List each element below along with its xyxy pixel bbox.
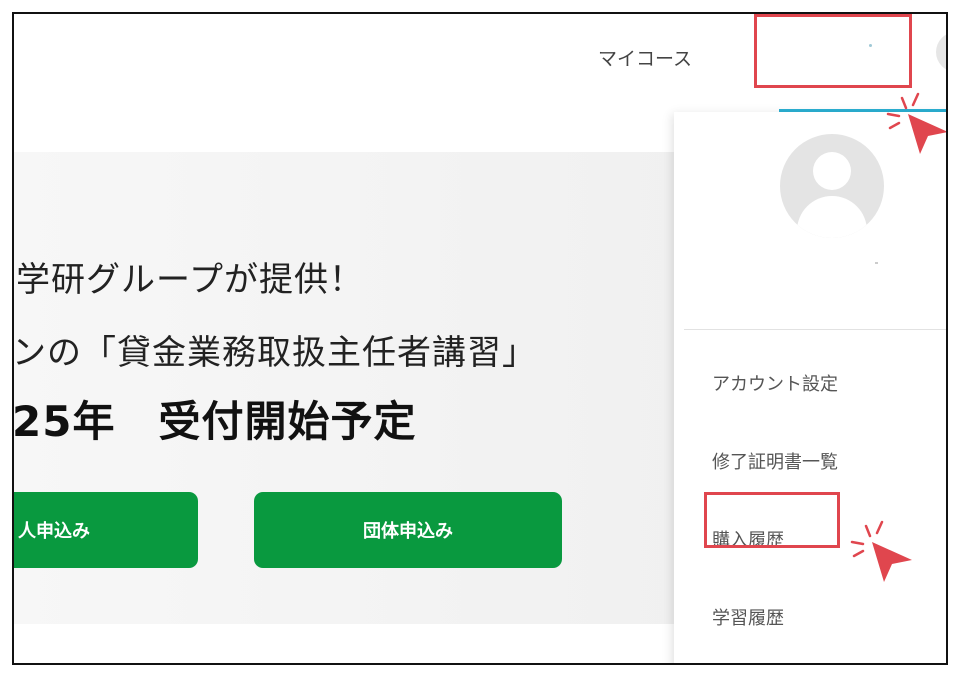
highlight-box-account — [754, 14, 912, 88]
menu-item-account-settings[interactable]: アカウント設定 — [712, 370, 838, 396]
nav-mycourse-link[interactable]: マイコース — [598, 44, 692, 71]
hero-heading-line3: 25年 受付開始予定 — [12, 397, 417, 446]
header-avatar-icon[interactable] — [936, 32, 946, 72]
hero-banner: 学研グループが提供！ ンの「貸金業務取扱主任者講習」 25年 受付開始予定 人申… — [14, 152, 714, 624]
username-placeholder — [875, 262, 878, 264]
cursor-arrow-icon — [850, 520, 912, 582]
menu-item-learning-history[interactable]: 学習履歴 — [712, 604, 784, 630]
highlight-box-purchase-history — [704, 492, 840, 548]
hero-heading-line2: ンの「貸金業務取扱主任者講習」 — [12, 333, 537, 373]
menu-item-certificates[interactable]: 修了証明書一覧 — [712, 448, 838, 474]
user-avatar-icon — [780, 134, 884, 238]
menu-divider — [684, 329, 946, 330]
individual-apply-button[interactable]: 人申込み — [14, 492, 198, 568]
cursor-arrow-icon — [886, 92, 946, 154]
screenshot-frame: マイコース 学研グループが提供！ ンの「貸金業務取扱主任者講習」 25年 受付開… — [12, 12, 948, 665]
group-apply-button[interactable]: 団体申込み — [254, 492, 562, 568]
hero-heading-line1: 学研グループが提供！ — [16, 260, 364, 300]
